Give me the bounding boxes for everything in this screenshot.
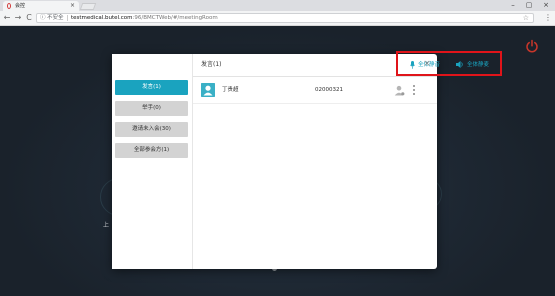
- address-separator: [67, 15, 68, 21]
- background-label: 上: [103, 222, 110, 229]
- reload-button[interactable]: C: [24, 12, 34, 24]
- url-host: testmedical.butel.com: [71, 15, 133, 21]
- sidebar-item-speaking[interactable]: 发言(1): [115, 80, 188, 95]
- back-button[interactable]: ←: [2, 12, 12, 24]
- speaker-off-all-button[interactable]: 全体静麦: [456, 54, 489, 76]
- security-label: 不安全: [47, 15, 64, 21]
- modal-header: 发言(1) 全体静音 全体静麦 ×: [193, 54, 489, 77]
- modal-sidebar: 发言(1) 举手(0) 邀请未入会(30) 全部参会方(1): [112, 54, 193, 269]
- participant-id: 02000321: [315, 87, 343, 93]
- maximize-button[interactable]: ▢: [521, 0, 537, 10]
- sidebar-item-hand-raised[interactable]: 举手(0): [115, 101, 188, 116]
- user-status-icon[interactable]: [394, 85, 405, 96]
- more-options-icon[interactable]: [411, 84, 417, 96]
- browser-tabstrip: 会控 × – ▢ ×: [0, 0, 555, 11]
- info-icon[interactable]: ⓘ: [40, 14, 46, 23]
- minimize-button[interactable]: –: [505, 0, 521, 10]
- panel-title: 发言(1): [201, 61, 222, 68]
- address-bar[interactable]: ⓘ 不安全 testmedical.butel.com:96/BMCTWeb/#…: [36, 13, 534, 23]
- bookmark-star-icon[interactable]: ☆: [523, 14, 529, 23]
- tab-title: 会控: [15, 3, 26, 9]
- participants-modal: 发言(1) 举手(0) 邀请未入会(30) 全部参会方(1) 发言(1) 全体静…: [112, 51, 502, 269]
- new-tab-button[interactable]: [79, 3, 97, 10]
- url-text: testmedical.butel.com:96/BMCTWeb/#/meeti…: [71, 14, 218, 23]
- browser-tab[interactable]: 会控 ×: [3, 1, 79, 11]
- power-icon[interactable]: [525, 39, 539, 53]
- modal-main-panel: 发言(1) 全体静音 全体静麦 × 丁贵超 02000321: [193, 51, 502, 269]
- sidebar-item-invited-not-joined[interactable]: 邀请未入会(30): [115, 122, 188, 137]
- close-icon[interactable]: ×: [422, 59, 432, 69]
- speaker-off-all-label: 全体静麦: [467, 62, 490, 68]
- url-path: :96/BMCTWeb/#/meetingRoom: [132, 15, 218, 21]
- sidebar-item-all-participants[interactable]: 全部参会方(1): [115, 143, 188, 158]
- tab-close-icon[interactable]: ×: [70, 1, 75, 11]
- forward-button[interactable]: →: [13, 12, 23, 24]
- window-close-button[interactable]: ×: [538, 0, 554, 10]
- microphone-icon: [410, 60, 415, 69]
- participant-row[interactable]: 丁贵超 02000321: [193, 79, 437, 104]
- tab-favicon-icon: [7, 3, 11, 9]
- avatar: [201, 83, 215, 97]
- participant-name: 丁贵超: [222, 87, 239, 93]
- browser-menu-icon[interactable]: ⋮: [543, 11, 553, 25]
- browser-toolbar: ← → C ⓘ 不安全 testmedical.butel.com:96/BMC…: [0, 11, 555, 26]
- speaker-icon: [456, 61, 463, 68]
